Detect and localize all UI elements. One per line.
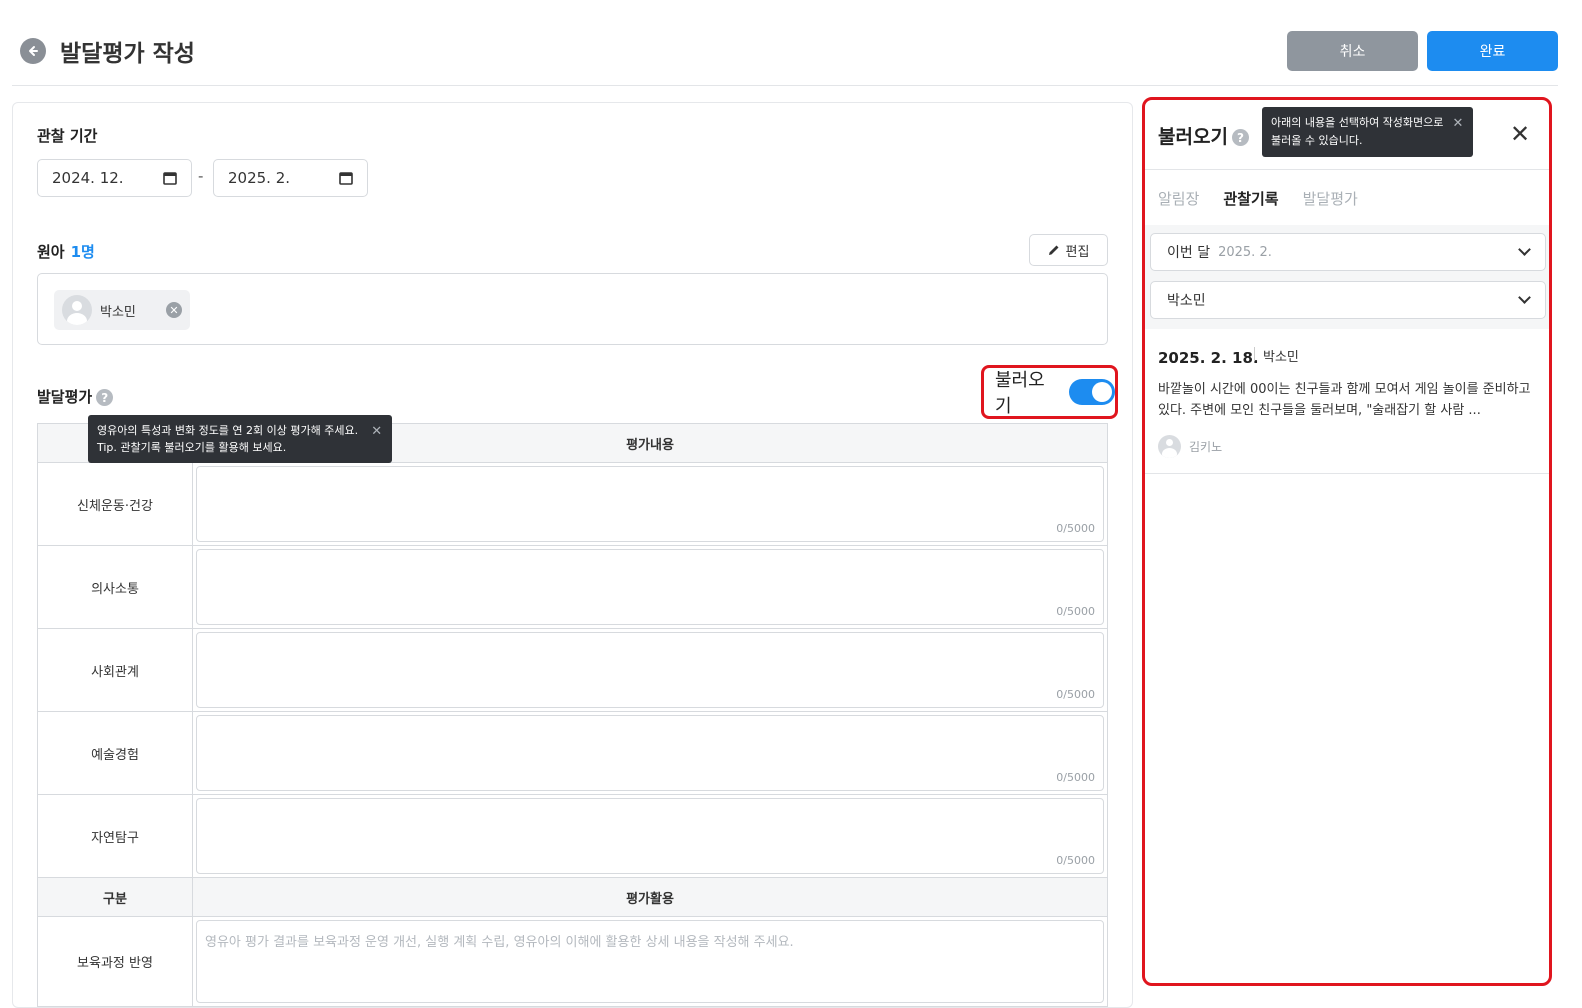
pencil-icon [1048,245,1059,255]
evaluation-label-text: 발달평가 [37,388,93,406]
table-row: 예술경험 0/5000 [38,712,1107,795]
period-select[interactable]: 이번 달 2025. 2. [1150,233,1546,271]
row-label: 사회관계 [38,629,193,711]
record-body: 바깥놀이 시간에 00이는 친구들과 함께 모여서 게임 놀이를 준비하고 있다… [1158,382,1531,418]
page-title: 발달평가 작성 [60,41,195,67]
arrow-left-icon [29,46,38,56]
import-tabs: 알림장 관찰기록 발달평가 [1158,188,1358,209]
period-value: 2025. 2. [1218,244,1272,260]
tooltip-line: 영유아의 특성과 변화 정도를 연 2회 이상 평가해 주세요. [97,424,359,437]
import-panel-title: 불러오기? [1158,122,1249,149]
chevron-down-icon [1518,291,1531,304]
import-toggle-group: 불러오기 [981,365,1118,419]
tooltip-line: Tip. 관찰기록 불러오기를 활용해 보세요. [97,441,287,454]
tab-observation[interactable]: 관찰기록 [1223,188,1278,209]
observation-record[interactable]: 2025. 2. 18. 박소민 바깥놀이 시간에 00이는 친구들과 함께 모… [1145,329,1549,474]
tab-evaluation[interactable]: 발달평가 [1303,188,1358,209]
close-icon[interactable]: ✕ [1453,115,1464,133]
observation-period-label: 관찰 기간 [37,127,98,145]
char-counter: 0/5000 [1056,854,1095,867]
usage-header-content: 평가활용 [626,891,674,907]
evaluation-textarea[interactable]: 0/5000 [196,466,1104,542]
child-chip-name: 박소민 [100,304,136,320]
remove-child-icon[interactable]: ✕ [166,302,182,318]
tooltip-line: 아래의 내용을 선택하여 작성화면으로 [1271,116,1444,129]
record-author-name: 김키노 [1189,440,1223,454]
usage-textarea[interactable]: 영유아 평가 결과를 보육과정 운영 개선, 실행 계획 수립, 영유아의 이해… [196,920,1104,1003]
end-date-value: 2025. 2. [228,169,291,187]
char-counter: 0/5000 [1056,771,1095,784]
cancel-button[interactable]: 취소 [1287,31,1418,71]
help-icon[interactable]: ? [1231,129,1249,146]
close-panel-icon[interactable]: ✕ [1510,120,1530,148]
import-toggle-label: 불러오기 [995,370,1045,417]
child-select-value: 박소민 [1167,293,1206,309]
evaluation-label: 발달평가? [37,386,114,407]
children-count: 1명 [70,243,95,261]
filter-area: 이번 달 2025. 2. 박소민 [1145,225,1549,329]
evaluation-form: 관찰 기간 2024. 12. - 2025. 2. 원아 1명 편집 박소민 ✕… [12,102,1133,1008]
edit-label: 편집 [1065,244,1090,260]
char-counter: 0/5000 [1056,605,1095,618]
evaluation-textarea[interactable]: 0/5000 [196,715,1104,791]
import-panel-header: 불러오기? 아래의 내용을 선택하여 작성화면으로 불러올 수 있습니다. ✕ … [1145,100,1549,170]
evaluation-textarea[interactable]: 0/5000 [196,549,1104,625]
table-row: 신체운동·건강 0/5000 [38,463,1107,546]
import-panel-title-text: 불러오기 [1158,126,1228,148]
table-row: 보육과정 반영 영유아 평가 결과를 보육과정 운영 개선, 실행 계획 수립,… [38,917,1107,1007]
evaluation-textarea[interactable]: 0/5000 [196,632,1104,708]
char-counter: 0/5000 [1056,688,1095,701]
record-divider [1254,347,1255,361]
row-label: 신체운동·건강 [38,463,193,545]
usage-placeholder: 영유아 평가 결과를 보육과정 운영 개선, 실행 계획 수립, 영유아의 이해… [205,935,794,950]
start-date-value: 2024. 12. [52,169,124,187]
child-chip: 박소민 ✕ [54,290,190,330]
help-icon[interactable]: ? [96,389,114,406]
usage-header-row: 구분 평가활용 [38,878,1107,917]
import-panel: 불러오기? 아래의 내용을 선택하여 작성화면으로 불러올 수 있습니다. ✕ … [1142,97,1552,986]
table-row: 자연탐구 0/5000 [38,795,1107,878]
char-counter: 0/5000 [1056,522,1095,535]
calendar-icon [339,172,353,185]
calendar-icon [163,172,177,185]
close-icon[interactable]: ✕ [371,423,382,440]
usage-header-category: 구분 [38,878,193,916]
table-row: 사회관계 0/5000 [38,629,1107,712]
selected-children-box: 박소민 ✕ [37,273,1108,345]
end-date-input[interactable]: 2025. 2. [213,159,368,197]
avatar [62,295,92,325]
start-date-input[interactable]: 2024. 12. [37,159,192,197]
period-label: 이번 달 [1167,245,1211,261]
avatar [1158,435,1181,458]
page-header: 발달평가 작성 취소 완료 [12,0,1558,86]
table-row: 의사소통 0/5000 [38,546,1107,629]
evaluation-textarea[interactable]: 0/5000 [196,798,1104,874]
tooltip-line: 불러올 수 있습니다. [1271,134,1363,147]
record-child-name: 박소민 [1263,350,1299,365]
children-label: 원아 1명 [37,241,95,262]
import-tooltip: 아래의 내용을 선택하여 작성화면으로 불러올 수 있습니다. ✕ [1262,107,1474,157]
children-label-text: 원아 [37,243,65,261]
import-toggle[interactable] [1069,379,1115,405]
edit-children-button[interactable]: 편집 [1029,234,1108,266]
back-button[interactable] [20,38,46,64]
chevron-down-icon [1518,243,1531,256]
record-date: 2025. 2. 18. [1158,349,1259,367]
record-author: 김키노 [1158,435,1222,458]
tab-notice[interactable]: 알림장 [1158,188,1199,209]
evaluation-table: 평가내용 신체운동·건강 0/5000 의사소통 0/5000 사회관계 0/5… [37,423,1108,1007]
date-separator: - [198,167,204,185]
row-label: 예술경험 [38,712,193,794]
evaluation-tooltip: 영유아의 특성과 변화 정도를 연 2회 이상 평가해 주세요. Tip. 관찰… [88,415,393,463]
row-label: 의사소통 [38,546,193,628]
row-label: 자연탐구 [38,795,193,877]
done-button[interactable]: 완료 [1427,31,1558,71]
child-select[interactable]: 박소민 [1150,281,1546,319]
row-label: 보육과정 반영 [38,917,193,1006]
